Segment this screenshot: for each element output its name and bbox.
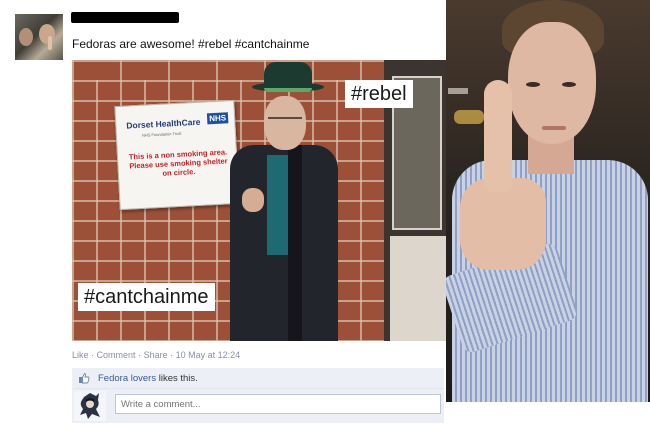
raised-middle-finger [484,80,512,192]
left-eye [526,82,540,87]
mouth [542,126,566,130]
comment-input[interactable] [115,394,441,414]
man-glasses [268,117,302,125]
likes-suffix: likes this. [156,373,198,384]
sign-message: This is a non smoking area. Please use s… [128,147,228,178]
post-timestamp[interactable]: 10 May at 12:24 [176,350,241,360]
avatar-face-right [39,24,55,44]
liker-name-link[interactable]: Fedora lovers [98,373,156,384]
middle-finger-photo[interactable] [446,0,650,427]
share-link[interactable]: Share [144,350,168,360]
cantchainme-hashtag-label: #cantchainme [78,283,215,311]
man-hand [242,188,264,212]
comment-link[interactable]: Comment [97,350,136,360]
rebel-hashtag-label: #rebel [345,80,413,108]
fedora-crown [264,62,312,92]
thumbs-up-icon [79,373,90,384]
facebook-post: Fedoras are awesome! #rebel #cantchainme… [0,0,446,427]
sign-subtitle: NHS Foundation Trust [141,130,182,138]
man-scarf [288,145,302,341]
no-smoking-sign: Dorset HealthCare NHS NHS Foundation Tru… [114,99,240,211]
comment-bar [72,389,444,423]
avatar-face-left [19,28,33,46]
post-caption: Fedoras are awesome! #rebel #cantchainme [72,37,310,51]
background-light [448,88,468,94]
post-photo[interactable]: Dorset HealthCare NHS NHS Foundation Tru… [72,60,446,341]
sign-nhs-badge: NHS [206,112,229,125]
commenter-avatar[interactable] [74,391,106,421]
sign-org: Dorset HealthCare [126,116,201,131]
likes-bar: Fedora lovers likes this. [72,368,444,389]
background-sign [454,110,484,124]
profile-avatar[interactable] [15,14,63,60]
door-panel [390,236,446,341]
right-eye [562,82,576,87]
likes-summary: Fedora lovers likes this. [98,373,198,384]
redacted-author-name [71,12,179,23]
like-link[interactable]: Like [72,350,89,360]
avatar-finger [48,36,52,50]
post-actions: Like · Comment · Share · 10 May at 12:24 [72,350,240,360]
